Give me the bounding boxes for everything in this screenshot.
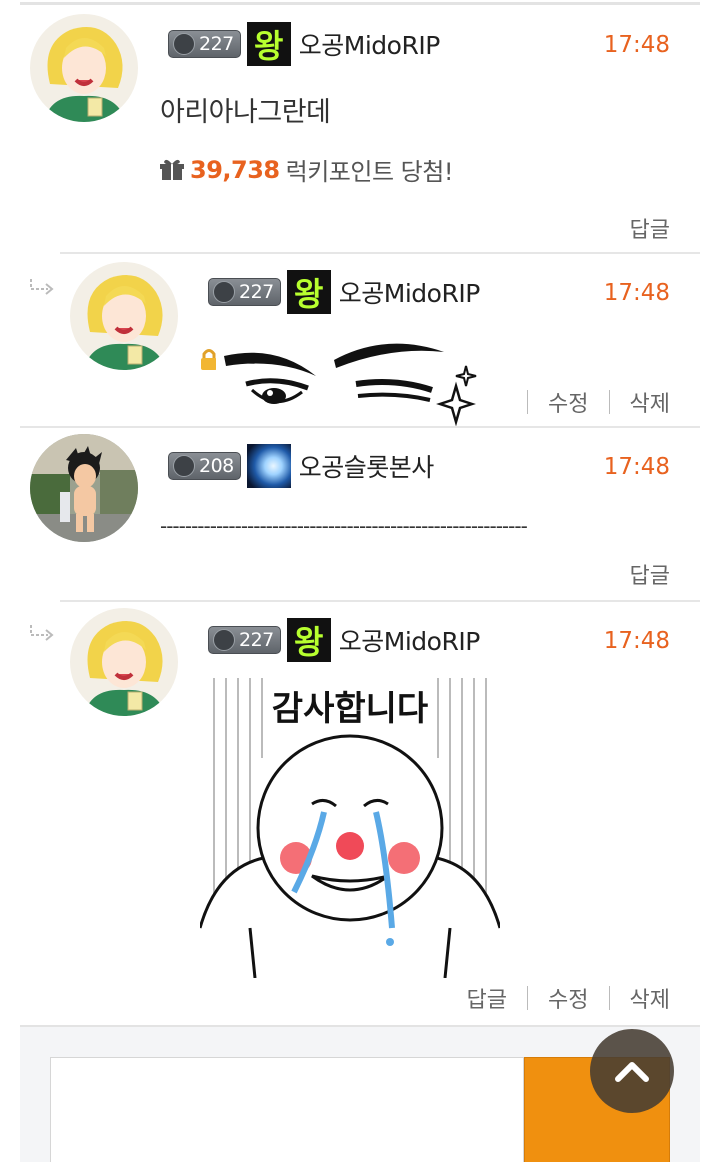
- wink-sticker: [216, 326, 494, 438]
- level-icon: [213, 281, 235, 303]
- king-badge: 왕: [286, 270, 331, 314]
- rank-badge: [246, 444, 291, 488]
- avatar[interactable]: [70, 608, 178, 716]
- comment-actions: 답글: [630, 558, 670, 590]
- comment-input[interactable]: [50, 1057, 524, 1162]
- comment-actions: 답글: [630, 212, 670, 244]
- king-badge: 왕: [286, 618, 331, 662]
- comment-item: 208 오공슬롯본사 17:48 -----------------------…: [0, 428, 720, 600]
- comment-time: 17:48: [603, 32, 670, 58]
- comment-time: 17:48: [603, 454, 670, 480]
- reply-button[interactable]: 답글: [467, 982, 507, 1014]
- nickname[interactable]: 오공MidoRIP: [339, 274, 481, 310]
- level-badge: 227: [208, 626, 281, 654]
- scroll-top-button[interactable]: [590, 1029, 674, 1113]
- level-badge: 227: [208, 278, 281, 306]
- edit-button[interactable]: 수정: [548, 386, 588, 418]
- action-separator: [608, 986, 610, 1010]
- comment-text: 아리아나그란데: [160, 97, 331, 128]
- reply-button[interactable]: 답글: [630, 212, 670, 244]
- action-separator: [527, 986, 529, 1010]
- lucky-label: 럭키포인트 당첨!: [285, 158, 454, 186]
- reply-arrow-icon: [30, 279, 54, 295]
- level-icon: [213, 629, 235, 651]
- comment-item-reply: 227 왕 오공MidoRIP 17:48 감사합니다 답글 수정 삭제: [0, 602, 720, 1024]
- delete-button[interactable]: 삭제: [630, 386, 670, 418]
- comment-time: 17:48: [603, 628, 670, 654]
- level-badge: 208: [168, 452, 241, 480]
- gift-icon: [160, 159, 184, 180]
- nickname[interactable]: 오공슬롯본사: [299, 448, 435, 484]
- lucky-points: 39,738: [190, 155, 280, 184]
- action-separator: [608, 390, 610, 414]
- reply-button[interactable]: 답글: [630, 558, 670, 590]
- action-separator: [527, 390, 529, 414]
- chevron-up-icon: [615, 1062, 649, 1082]
- comment-meta: 227 왕 오공MidoRIP: [208, 618, 480, 662]
- king-badge: 왕: [246, 22, 291, 66]
- delete-button[interactable]: 삭제: [630, 982, 670, 1014]
- level-icon: [173, 455, 195, 477]
- comment-item: 227 왕 오공MidoRIP 17:48 아리아나그란데 39,738 럭키포…: [0, 0, 720, 254]
- comment-time: 17:48: [603, 280, 670, 306]
- comment-meta: 227 왕 오공MidoRIP: [168, 22, 440, 66]
- edit-button[interactable]: 수정: [548, 982, 588, 1014]
- comment-actions: 답글 수정 삭제: [467, 386, 670, 418]
- nickname[interactable]: 오공MidoRIP: [339, 622, 481, 658]
- thanks-sticker: 감사합니다: [198, 678, 502, 979]
- level-number: 227: [199, 33, 234, 55]
- sticker-caption: 감사합니다: [272, 689, 428, 729]
- lucky-point-notice: 39,738 럭키포인트 당첨!: [160, 152, 453, 187]
- comment-meta: 227 왕 오공MidoRIP: [208, 270, 480, 314]
- reply-arrow-icon: [30, 625, 54, 641]
- level-number: 227: [239, 281, 274, 303]
- avatar[interactable]: [30, 14, 138, 122]
- level-icon: [173, 33, 195, 55]
- level-badge: 227: [168, 30, 241, 58]
- nickname[interactable]: 오공MidoRIP: [299, 26, 441, 62]
- level-number: 208: [199, 455, 234, 477]
- level-number: 227: [239, 629, 274, 651]
- comment-text: ----------------------------------------…: [160, 514, 528, 538]
- comment-actions: 답글 수정 삭제: [467, 982, 670, 1014]
- avatar[interactable]: [30, 434, 138, 542]
- comment-item-reply: 227 왕 오공MidoRIP 17:48 답글 수정 삭제: [0, 254, 720, 438]
- avatar[interactable]: [70, 262, 178, 370]
- comment-meta: 208 오공슬롯본사: [168, 444, 434, 488]
